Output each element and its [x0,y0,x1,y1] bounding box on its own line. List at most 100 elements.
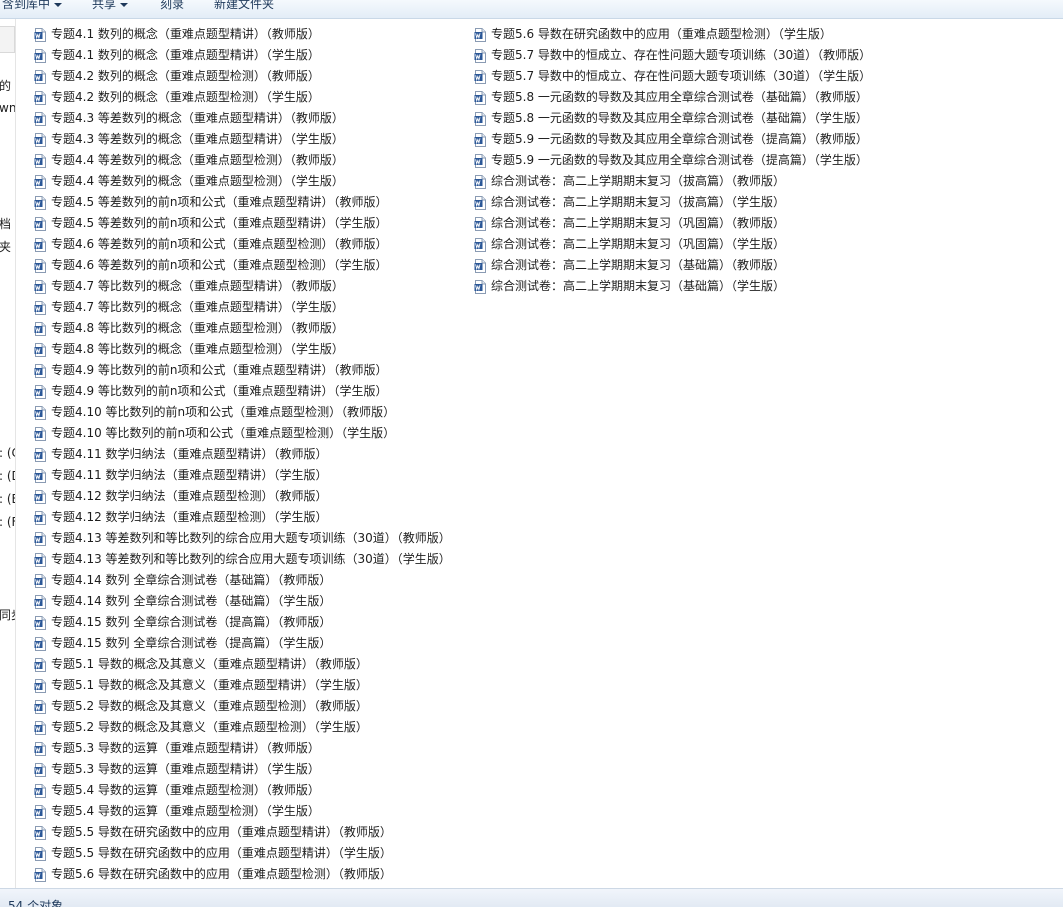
nav-item-fragment[interactable]: 夹 [0,238,11,255]
file-item[interactable]: 专题4.5 等差数列的前n项和公式（重难点题型精讲）（学生版） [34,213,451,234]
file-item[interactable]: 综合测试卷：高二上学期期末复习（拔高篇）（学生版） [474,192,871,213]
file-name: 专题4.12 数学归纳法（重难点题型检测）（教师版） [51,489,328,503]
nav-item-fragment[interactable]: : (E [0,492,15,506]
file-item[interactable]: 专题5.6 导数在研究函数中的应用（重难点题型检测）（学生版） [474,24,871,45]
file-name: 综合测试卷：高二上学期期末复习（拔高篇）（教师版） [491,174,786,188]
file-item[interactable]: 专题4.4 等差数列的概念（重难点题型检测）（教师版） [34,150,451,171]
file-item[interactable]: 专题5.2 导数的概念及其意义（重难点题型检测）（学生版） [34,717,451,738]
file-item[interactable]: 专题4.9 等比数列的前n项和公式（重难点题型精讲）（学生版） [34,381,451,402]
word-document-icon [34,132,46,147]
file-item[interactable]: 专题5.5 导数在研究函数中的应用（重难点题型精讲）（教师版） [34,822,451,843]
file-item[interactable]: 专题4.10 等比数列的前n项和公式（重难点题型检测）（教师版） [34,402,451,423]
share-button[interactable]: 共享 [92,0,129,14]
word-document-icon [34,657,46,672]
file-name: 专题4.8 等比数列的概念（重难点题型检测）（学生版） [51,342,344,356]
file-item[interactable]: 专题5.7 导数中的恒成立、存在性问题大题专项训练（30道）（教师版） [474,45,871,66]
file-item[interactable]: 专题4.12 数学归纳法（重难点题型检测）（学生版） [34,507,451,528]
file-name: 专题4.3 等差数列的概念（重难点题型精讲）（教师版） [51,111,344,125]
file-item[interactable]: 专题5.4 导数的运算（重难点题型检测）（教师版） [34,780,451,801]
file-item[interactable]: 综合测试卷：高二上学期期末复习（巩固篇）（教师版） [474,213,871,234]
file-item[interactable]: 专题4.7 等比数列的概念（重难点题型精讲）（教师版） [34,276,451,297]
file-name: 专题4.10 等比数列的前n项和公式（重难点题型检测）（学生版） [51,426,396,440]
file-name: 综合测试卷：高二上学期期末复习（巩固篇）（学生版） [491,237,786,251]
file-item[interactable]: 专题5.1 导数的概念及其意义（重难点题型精讲）（教师版） [34,654,451,675]
file-item[interactable]: 专题5.6 导数在研究函数中的应用（重难点题型检测）（教师版） [34,864,451,885]
file-item[interactable]: 专题5.3 导数的运算（重难点题型精讲）（教师版） [34,738,451,759]
file-item[interactable]: 专题5.2 导数的概念及其意义（重难点题型检测）（教师版） [34,696,451,717]
file-item[interactable]: 专题4.6 等差数列的前n项和公式（重难点题型检测）（教师版） [34,234,451,255]
word-document-icon [34,825,46,840]
file-item[interactable]: 专题5.4 导数的运算（重难点题型检测）（学生版） [34,801,451,822]
file-item[interactable]: 专题5.8 一元函数的导数及其应用全章综合测试卷（基础篇）（学生版） [474,108,871,129]
file-item[interactable]: 专题4.5 等差数列的前n项和公式（重难点题型精讲）（教师版） [34,192,451,213]
file-item[interactable]: 专题4.11 数学归纳法（重难点题型精讲）（教师版） [34,444,451,465]
nav-item-fragment[interactable]: : (F [0,515,15,529]
chevron-down-icon [120,2,129,7]
file-name: 专题5.7 导数中的恒成立、存在性问题大题专项训练（30道）（学生版） [491,69,872,83]
word-document-icon [34,174,46,189]
file-item[interactable]: 专题4.1 数列的概念（重难点题型精讲）（学生版） [34,45,451,66]
file-item[interactable]: 专题4.6 等差数列的前n项和公式（重难点题型检测）（学生版） [34,255,451,276]
file-item[interactable]: 专题5.5 导数在研究函数中的应用（重难点题型精讲）（学生版） [34,843,451,864]
word-document-icon [34,846,46,861]
nav-item-fragment[interactable]: wn [0,101,15,115]
file-item[interactable]: 专题5.8 一元函数的导数及其应用全章综合测试卷（基础篇）（教师版） [474,87,871,108]
word-document-icon [34,867,46,882]
file-item[interactable]: 综合测试卷：高二上学期期末复习（基础篇）（学生版） [474,276,871,297]
file-item[interactable]: 专题4.3 等差数列的概念（重难点题型精讲）（教师版） [34,108,451,129]
file-item[interactable]: 专题4.8 等比数列的概念（重难点题型检测）（学生版） [34,339,451,360]
file-item[interactable]: 综合测试卷：高二上学期期末复习（拔高篇）（教师版） [474,171,871,192]
share-label: 共享 [92,0,117,11]
file-name: 专题4.9 等比数列的前n项和公式（重难点题型精讲）（教师版） [51,363,388,377]
file-item[interactable]: 专题5.1 导数的概念及其意义（重难点题型精讲）（学生版） [34,675,451,696]
include-in-library-label: 含到库中 [2,0,51,11]
file-item[interactable]: 专题4.11 数学归纳法（重难点题型精讲）（学生版） [34,465,451,486]
word-document-icon [34,762,46,777]
file-item[interactable]: 专题4.4 等差数列的概念（重难点题型检测）（学生版） [34,171,451,192]
nav-item-fragment[interactable]: : (D [0,469,15,483]
file-name: 专题4.7 等比数列的概念（重难点题型精讲）（学生版） [51,300,344,314]
nav-item-fragment[interactable]: 同步 [0,606,15,623]
file-item[interactable]: 专题4.7 等比数列的概念（重难点题型精讲）（学生版） [34,297,451,318]
file-item[interactable]: 专题5.9 一元函数的导数及其应用全章综合测试卷（提高篇）（学生版） [474,150,871,171]
file-item[interactable]: 专题4.2 数列的概念（重难点题型检测）（教师版） [34,66,451,87]
word-document-icon [474,174,486,189]
word-document-icon [34,27,46,42]
file-name: 综合测试卷：高二上学期期末复习（拔高篇）（学生版） [491,195,786,209]
file-item[interactable]: 专题5.3 导数的运算（重难点题型精讲）（学生版） [34,759,451,780]
file-item[interactable]: 专题4.9 等比数列的前n项和公式（重难点题型精讲）（教师版） [34,360,451,381]
word-document-icon [34,720,46,735]
nav-item-fragment[interactable]: 的 [0,77,11,94]
new-folder-button[interactable]: 新建文件夹 [214,0,274,14]
word-document-icon [34,279,46,294]
file-item[interactable]: 专题4.15 数列 全章综合测试卷（提高篇）（学生版） [34,633,451,654]
file-item[interactable]: 专题5.7 导数中的恒成立、存在性问题大题专项训练（30道）（学生版） [474,66,871,87]
file-item[interactable]: 专题4.13 等差数列和等比数列的综合应用大题专项训练（30道）（教师版） [34,528,451,549]
file-item[interactable]: 专题4.12 数学归纳法（重难点题型检测）（教师版） [34,486,451,507]
burn-button[interactable]: 刻录 [160,0,184,14]
file-item[interactable]: 专题5.9 一元函数的导数及其应用全章综合测试卷（提高篇）（教师版） [474,129,871,150]
nav-item-fragment[interactable]: : (C [0,446,15,460]
file-item[interactable]: 综合测试卷：高二上学期期末复习（巩固篇）（学生版） [474,234,871,255]
file-item[interactable]: 专题4.2 数列的概念（重难点题型检测）（学生版） [34,87,451,108]
file-item[interactable]: 专题4.15 数列 全章综合测试卷（提高篇）（教师版） [34,612,451,633]
file-item[interactable]: 专题4.3 等差数列的概念（重难点题型精讲）（学生版） [34,129,451,150]
file-item[interactable]: 专题4.10 等比数列的前n项和公式（重难点题型检测）（学生版） [34,423,451,444]
file-item[interactable]: 专题4.8 等比数列的概念（重难点题型检测）（教师版） [34,318,451,339]
file-name: 专题5.2 导数的概念及其意义（重难点题型检测）（学生版） [51,720,368,734]
file-name: 专题4.13 等差数列和等比数列的综合应用大题专项训练（30道）（学生版） [51,552,451,566]
file-name: 综合测试卷：高二上学期期末复习（基础篇）（教师版） [491,258,786,272]
file-name: 专题5.2 导数的概念及其意义（重难点题型检测）（教师版） [51,699,368,713]
file-name: 专题5.6 导数在研究函数中的应用（重难点题型检测）（学生版） [491,27,832,41]
file-name: 专题4.1 数列的概念（重难点题型精讲）（学生版） [51,48,320,62]
nav-item-fragment[interactable]: 档 [0,215,11,232]
include-in-library-button[interactable]: 含到库中 [2,0,63,14]
file-name: 专题5.7 导数中的恒成立、存在性问题大题专项训练（30道）（教师版） [491,48,872,62]
file-item[interactable]: 综合测试卷：高二上学期期末复习（基础篇）（教师版） [474,255,871,276]
file-item[interactable]: 专题4.1 数列的概念（重难点题型精讲）（教师版） [34,24,451,45]
file-name: 专题4.7 等比数列的概念（重难点题型精讲）（教师版） [51,279,344,293]
file-item[interactable]: 专题4.14 数列 全章综合测试卷（基础篇）（教师版） [34,570,451,591]
file-name: 综合测试卷：高二上学期期末复习（基础篇）（学生版） [491,279,786,293]
file-item[interactable]: 专题4.13 等差数列和等比数列的综合应用大题专项训练（30道）（学生版） [34,549,451,570]
file-item[interactable]: 专题4.14 数列 全章综合测试卷（基础篇）（学生版） [34,591,451,612]
